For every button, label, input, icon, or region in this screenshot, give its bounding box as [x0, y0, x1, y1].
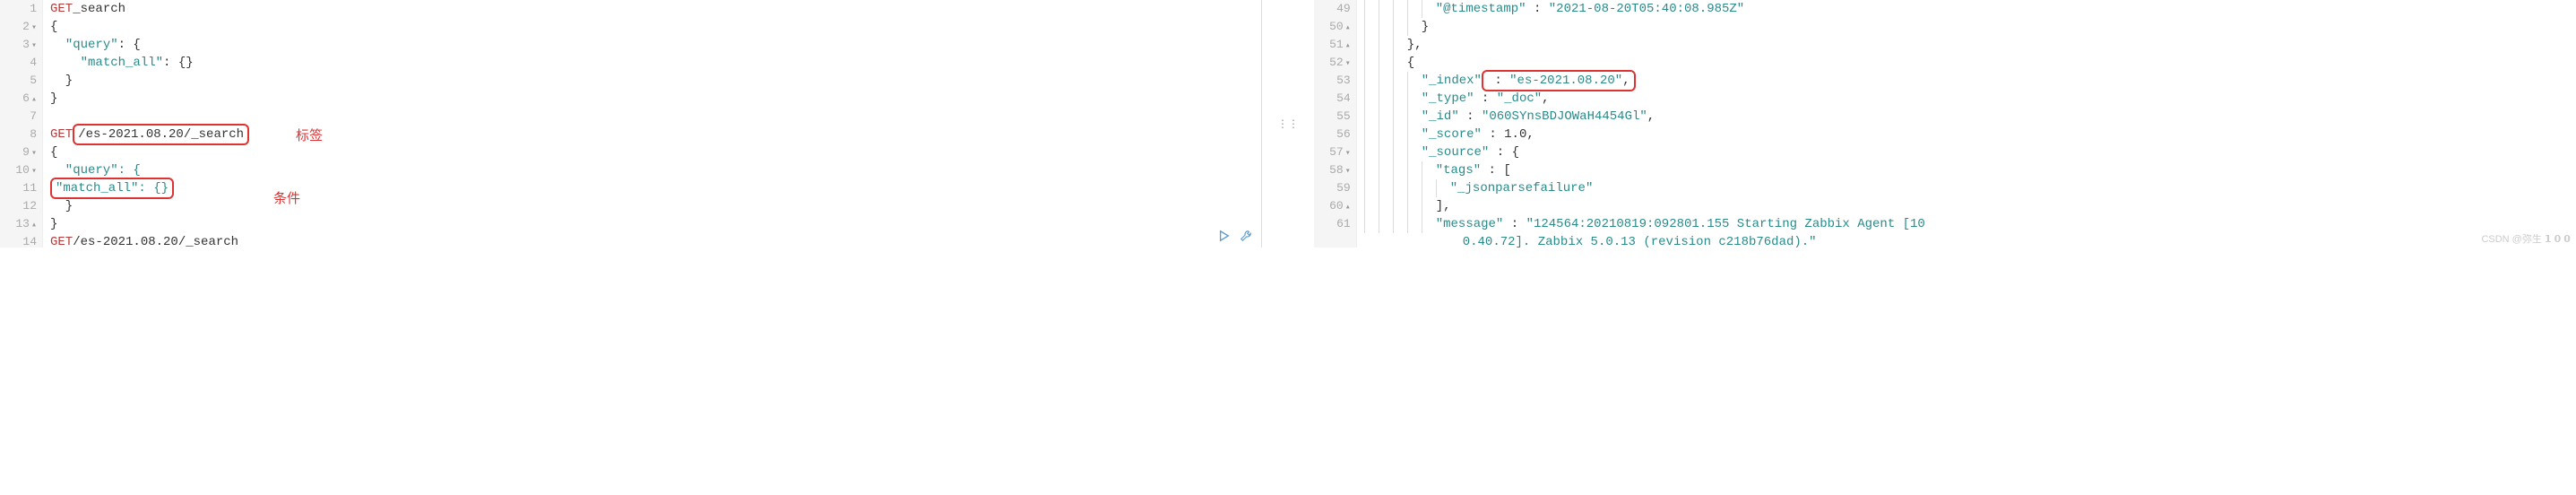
- json-value: "_doc": [1497, 90, 1542, 108]
- json-key: "_index": [1422, 72, 1482, 90]
- code-line[interactable]: "_source" : {: [1364, 143, 2576, 161]
- json-key: "tags": [1436, 161, 1481, 179]
- line-number: 10▾: [0, 161, 37, 179]
- highlighted-path: /es-2021.08.20/_search: [73, 124, 249, 145]
- line-number: 13▴: [0, 215, 37, 233]
- code-line[interactable]: },: [1364, 36, 2576, 54]
- code-line[interactable]: "match_all": {}: [50, 54, 1261, 72]
- code-line[interactable]: "query": {: [50, 161, 1261, 179]
- json-key: "_type": [1422, 90, 1474, 108]
- json-value: "_jsonparsefailure": [1450, 179, 1594, 197]
- line-number: 60▴: [1314, 197, 1351, 215]
- annotation-label-1: 标签: [296, 126, 323, 144]
- code-line[interactable]: "_jsonparsefailure": [1364, 179, 2576, 197]
- line-number: 12: [0, 197, 37, 215]
- code-line[interactable]: }: [50, 215, 1261, 233]
- code-line[interactable]: 0.40.72]. Zabbix 5.0.13 (revision c218b7…: [1364, 233, 2576, 248]
- json-value: "2021-08-20T05:40:08.985Z": [1549, 0, 1744, 18]
- line-number: 3▾: [0, 36, 37, 54]
- code-line[interactable]: }: [50, 72, 1261, 90]
- line-number: 9▾: [0, 143, 37, 161]
- editor-left-pane: 12▾3▾456▴789▾10▾111213▴14 GET _search{ "…: [0, 0, 1262, 248]
- code-line[interactable]: {: [50, 143, 1261, 161]
- line-number: 56: [1314, 126, 1351, 143]
- line-number: 61: [1314, 215, 1351, 233]
- json-value: 1.0: [1504, 126, 1526, 143]
- play-icon[interactable]: [1216, 228, 1232, 244]
- code-line[interactable]: GET /es-2021.08.20/_search: [50, 126, 1261, 143]
- code-line[interactable]: }: [1364, 18, 2576, 36]
- code-line[interactable]: "match_all": {}: [50, 179, 1261, 197]
- line-number: 58▾: [1314, 161, 1351, 179]
- code-line[interactable]: "_score" : 1.0,: [1364, 126, 2576, 143]
- right-gutter: 4950▴51▴52▾5354555657▾58▾5960▴61: [1314, 0, 1357, 248]
- line-number: 1: [0, 0, 37, 18]
- line-number: 49: [1314, 0, 1351, 18]
- http-method: GET: [50, 126, 73, 143]
- json-key: "@timestamp": [1436, 0, 1526, 18]
- right-code[interactable]: "@timestamp" : "2021-08-20T05:40:08.985Z…: [1357, 0, 2576, 248]
- line-number: 5: [0, 72, 37, 90]
- http-method: GET: [50, 0, 73, 18]
- json-key: "_id": [1422, 108, 1459, 126]
- line-number: 52▾: [1314, 54, 1351, 72]
- pane-splitter[interactable]: ⋮⋮: [1262, 0, 1313, 248]
- line-number: 7: [0, 108, 37, 126]
- annotation-label-2: 条件: [273, 188, 300, 207]
- line-number: 54: [1314, 90, 1351, 108]
- code-line[interactable]: [50, 108, 1261, 126]
- left-code[interactable]: GET _search{ "query": { "match_all": {} …: [43, 0, 1261, 248]
- code-line[interactable]: {: [1364, 54, 2576, 72]
- json-value: "124564:20210819:092801.155 Starting Zab…: [1526, 215, 1925, 233]
- splitter-handle-icon: ⋮⋮: [1277, 117, 1299, 131]
- json-key: "_source": [1422, 143, 1490, 161]
- line-number: 59: [1314, 179, 1351, 197]
- code-line[interactable]: "message" : "124564:20210819:092801.155 …: [1364, 215, 2576, 233]
- line-number: 14: [0, 233, 37, 251]
- wrench-icon[interactable]: [1238, 228, 1254, 244]
- line-number: [1314, 233, 1351, 251]
- left-gutter: 12▾3▾456▴789▾10▾111213▴14: [0, 0, 43, 248]
- highlighted-value: : "es-2021.08.20",: [1482, 70, 1636, 91]
- line-number: 57▾: [1314, 143, 1351, 161]
- editor-right-pane: 4950▴51▴52▾5354555657▾58▾5960▴61 "@times…: [1314, 0, 2576, 248]
- watermark-text: CSDN @弥生 𝟭 𝟬 𝟬: [2481, 231, 2571, 246]
- code-line[interactable]: "_id" : "060SYnsBDJOWaH4454Gl",: [1364, 108, 2576, 126]
- line-number: 53: [1314, 72, 1351, 90]
- left-toolbar: [1216, 228, 1254, 244]
- json-value: "060SYnsBDJOWaH4454Gl": [1482, 108, 1647, 126]
- line-number: 8: [0, 126, 37, 143]
- line-number: 55: [1314, 108, 1351, 126]
- code-line[interactable]: "tags" : [: [1364, 161, 2576, 179]
- json-key: "_score": [1422, 126, 1482, 143]
- code-line[interactable]: GET _search: [50, 0, 1261, 18]
- line-number: 6▴: [0, 90, 37, 108]
- line-number: 50▴: [1314, 18, 1351, 36]
- http-method: GET: [50, 233, 73, 248]
- code-line[interactable]: "_type" : "_doc",: [1364, 90, 2576, 108]
- code-line[interactable]: }: [50, 90, 1261, 108]
- code-line[interactable]: "query": {: [50, 36, 1261, 54]
- code-line[interactable]: GET /es-2021.08.20/_search: [50, 233, 1261, 248]
- highlighted-field: "match_all": {}: [50, 178, 174, 199]
- line-number: 11: [0, 179, 37, 197]
- code-line[interactable]: {: [50, 18, 1261, 36]
- code-line[interactable]: "_index" : "es-2021.08.20",: [1364, 72, 2576, 90]
- line-number: 4: [0, 54, 37, 72]
- code-line[interactable]: "@timestamp" : "2021-08-20T05:40:08.985Z…: [1364, 0, 2576, 18]
- line-number: 51▴: [1314, 36, 1351, 54]
- code-line[interactable]: ],: [1364, 197, 2576, 215]
- code-line[interactable]: }: [50, 197, 1261, 215]
- json-key: "message": [1436, 215, 1504, 233]
- line-number: 2▾: [0, 18, 37, 36]
